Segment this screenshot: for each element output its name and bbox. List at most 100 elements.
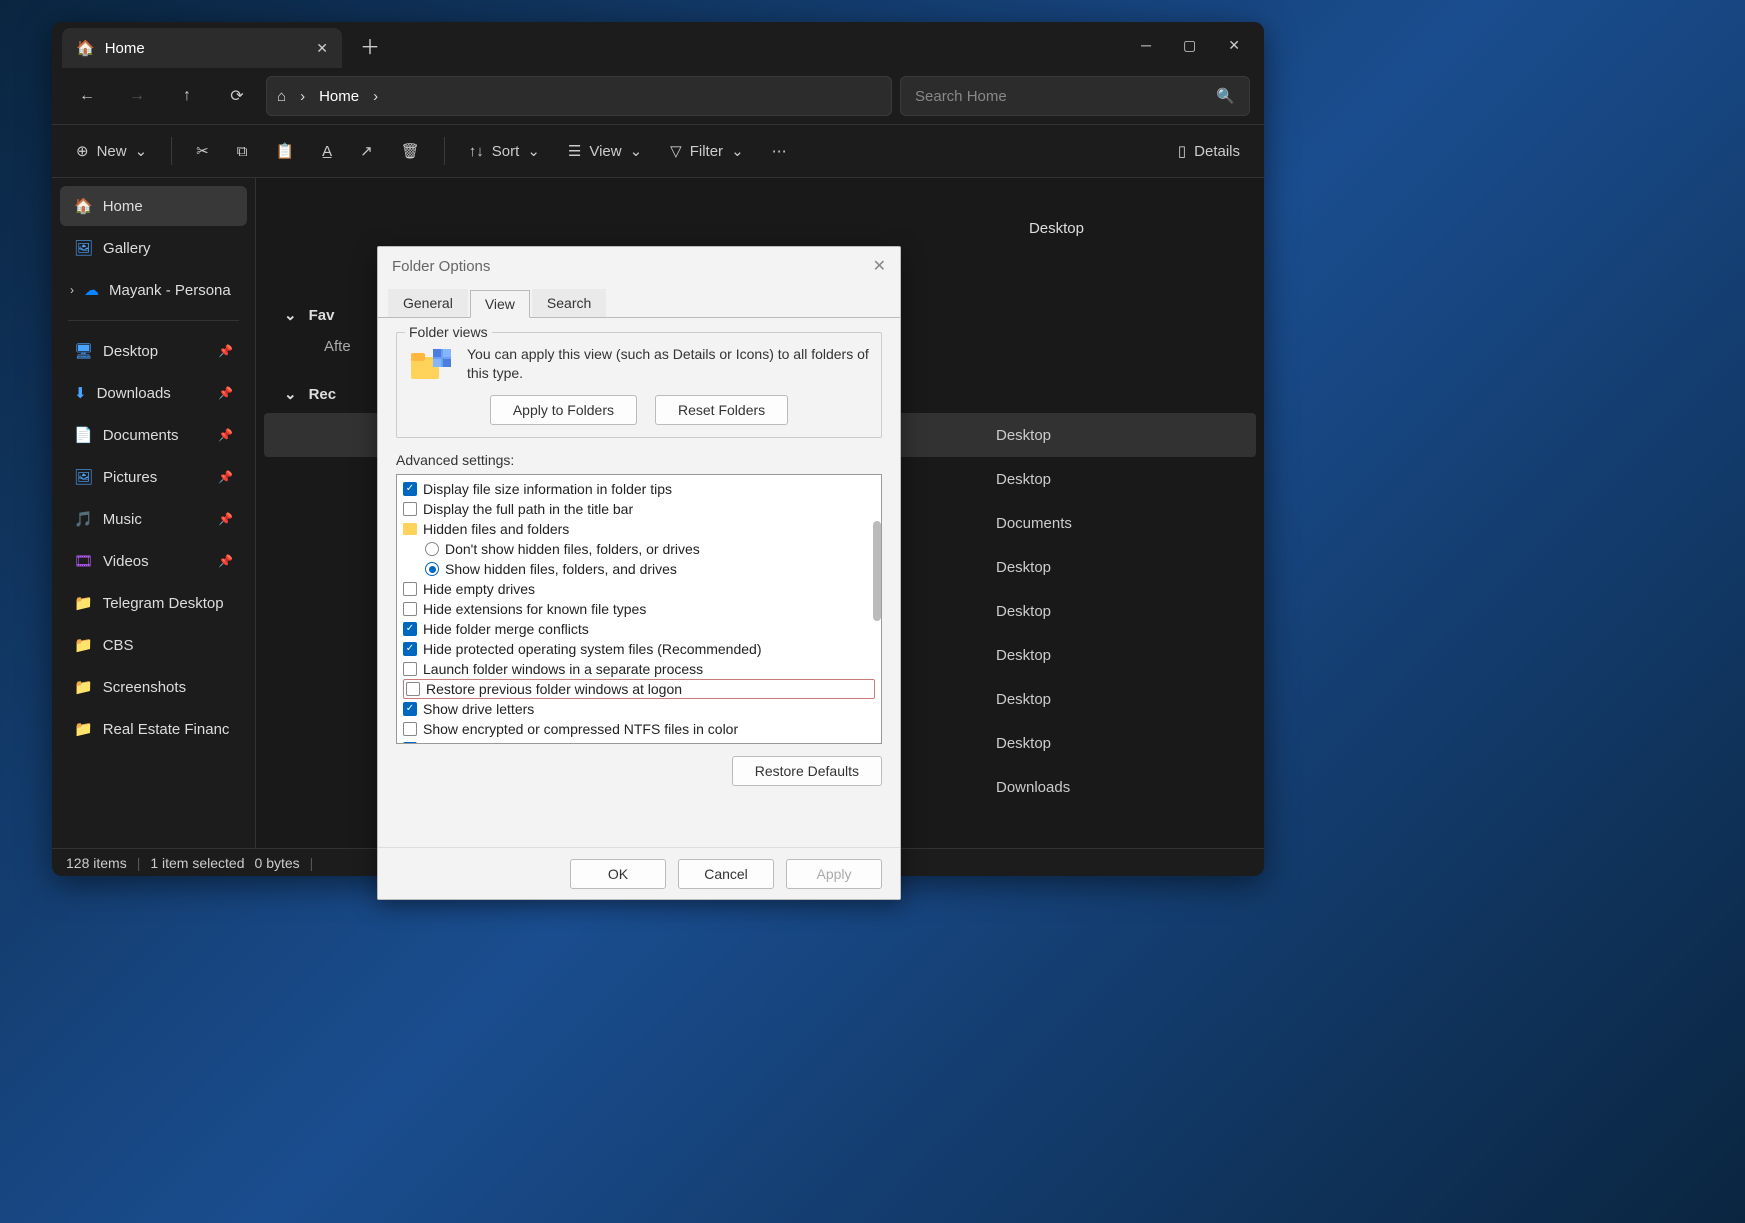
delete-button[interactable]: 🗑 bbox=[391, 131, 430, 171]
more-button[interactable]: ⋯ bbox=[762, 131, 797, 171]
folder-icon: 📁 bbox=[74, 720, 93, 738]
search-input[interactable]: Search Home 🔍 bbox=[900, 76, 1250, 116]
back-button[interactable]: ← bbox=[66, 76, 108, 116]
close-window-button[interactable]: ✕ bbox=[1228, 37, 1240, 54]
sidebar-item-telegram[interactable]: 📁Telegram Desktop bbox=[60, 583, 247, 623]
adv-item-dont-show-hidden[interactable]: Don't show hidden files, folders, or dri… bbox=[425, 539, 875, 559]
filter-button[interactable]: ▽ Filter ⌄ bbox=[660, 131, 753, 171]
adv-item-drive-letters[interactable]: ✓Show drive letters bbox=[403, 699, 875, 719]
apply-button[interactable]: Apply bbox=[786, 859, 882, 889]
cancel-button[interactable]: Cancel bbox=[678, 859, 774, 889]
minimize-button[interactable]: ─ bbox=[1141, 37, 1151, 54]
tab-general[interactable]: General bbox=[388, 289, 468, 317]
sidebar-item-downloads[interactable]: ⬇Downloads📌 bbox=[60, 373, 247, 413]
adv-item-separate-process[interactable]: Launch folder windows in a separate proc… bbox=[403, 659, 875, 679]
sidebar-item-gallery[interactable]: 🖼Gallery bbox=[60, 228, 247, 268]
sidebar-item-cbs[interactable]: 📁CBS bbox=[60, 625, 247, 665]
picture-icon: 🖼 bbox=[74, 468, 93, 486]
sidebar-item-music[interactable]: 🎵Music📌 bbox=[60, 499, 247, 539]
sidebar-item-realestate[interactable]: 📁Real Estate Financ bbox=[60, 709, 247, 749]
sidebar-item-onedrive[interactable]: ›☁Mayank - Persona bbox=[60, 270, 247, 310]
tab-home[interactable]: 🏠 Home ✕ bbox=[62, 28, 342, 68]
chevron-down-icon: ⌄ bbox=[284, 385, 297, 403]
radio-icon bbox=[425, 562, 439, 576]
adv-item-restore-windows[interactable]: Restore previous folder windows at logon bbox=[403, 679, 875, 699]
adv-item-show-hidden[interactable]: Show hidden files, folders, and drives bbox=[425, 559, 875, 579]
chevron-right-icon: › bbox=[70, 283, 74, 297]
checkbox-icon bbox=[403, 722, 417, 736]
item-count: 128 items bbox=[66, 855, 127, 871]
folder-options-dialog: Folder Options ✕ General View Search Fol… bbox=[377, 246, 901, 900]
adv-item-ntfs-color[interactable]: Show encrypted or compressed NTFS files … bbox=[403, 719, 875, 739]
share-button[interactable]: ↗ bbox=[350, 131, 383, 171]
cut-button[interactable]: ✂ bbox=[186, 131, 219, 171]
sidebar-item-documents[interactable]: 📄Documents📌 bbox=[60, 415, 247, 455]
ok-button[interactable]: OK bbox=[570, 859, 666, 889]
home-crumb-icon: ⌂ bbox=[277, 88, 286, 105]
download-icon: ⬇ bbox=[74, 384, 87, 402]
details-toggle[interactable]: ▯ Details bbox=[1168, 131, 1250, 171]
new-tab-button[interactable]: ＋ bbox=[342, 31, 398, 60]
divider bbox=[68, 320, 239, 321]
dialog-titlebar[interactable]: Folder Options ✕ bbox=[378, 247, 900, 285]
checkbox-icon bbox=[406, 682, 420, 696]
cloud-icon: ☁ bbox=[84, 281, 99, 299]
gallery-icon: 🖼 bbox=[74, 239, 93, 257]
sort-button[interactable]: ↑↓ Sort ⌄ bbox=[459, 131, 550, 171]
tab-search[interactable]: Search bbox=[532, 289, 606, 317]
desktop-folder-label[interactable]: Desktop bbox=[1029, 220, 1084, 237]
pin-icon: 📌 bbox=[218, 386, 233, 400]
folder-views-icon bbox=[409, 345, 453, 385]
folder-views-legend: Folder views bbox=[405, 324, 492, 340]
pin-icon: 📌 bbox=[218, 512, 233, 526]
adv-item-hide-os-files[interactable]: ✓Hide protected operating system files (… bbox=[403, 639, 875, 659]
up-button[interactable]: ↑ bbox=[166, 76, 208, 116]
file-location: Desktop bbox=[896, 647, 1236, 664]
advanced-settings-list[interactable]: ✓Display file size information in folder… bbox=[396, 474, 882, 744]
titlebar: 🏠 Home ✕ ＋ ─ ▢ ✕ bbox=[52, 22, 1264, 68]
checkbox-icon: ✓ bbox=[403, 642, 417, 656]
checkbox-icon: ✓ bbox=[403, 742, 417, 744]
sidebar-item-screenshots[interactable]: 📁Screenshots bbox=[60, 667, 247, 707]
file-location: Desktop bbox=[896, 471, 1236, 488]
copy-button[interactable]: ⧉ bbox=[227, 131, 258, 171]
sidebar-item-home[interactable]: 🏠Home bbox=[60, 186, 247, 226]
maximize-button[interactable]: ▢ bbox=[1183, 37, 1196, 54]
breadcrumb[interactable]: ⌂ › Home › bbox=[266, 76, 892, 116]
paste-button[interactable]: 📋 bbox=[265, 131, 304, 171]
forward-button[interactable]: → bbox=[116, 76, 158, 116]
refresh-button[interactable]: ⟳ bbox=[216, 76, 258, 116]
tab-title: Home bbox=[105, 40, 145, 57]
sidebar-item-desktop[interactable]: 🖥Desktop📌 bbox=[60, 331, 247, 371]
view-button[interactable]: ☰ View ⌄ bbox=[558, 131, 652, 171]
pin-icon: 📌 bbox=[218, 428, 233, 442]
dialog-body: Folder views You can apply this view (su… bbox=[378, 317, 900, 847]
video-icon: 🎞 bbox=[74, 552, 93, 570]
rename-button[interactable]: A̲ bbox=[312, 131, 342, 171]
adv-item-fullpath[interactable]: Display the full path in the title bar bbox=[403, 499, 875, 519]
close-tab-icon[interactable]: ✕ bbox=[316, 40, 328, 57]
adv-item-hide-empty[interactable]: Hide empty drives bbox=[403, 579, 875, 599]
adv-item-hidden-group: Hidden files and folders bbox=[403, 519, 875, 539]
folder-icon: 📁 bbox=[74, 678, 93, 696]
adv-item-popup-desc[interactable]: ✓Show pop-up description for folder and … bbox=[403, 739, 875, 744]
adv-item-merge-conflicts[interactable]: ✓Hide folder merge conflicts bbox=[403, 619, 875, 639]
home-icon: 🏠 bbox=[76, 39, 95, 57]
reset-folders-button[interactable]: Reset Folders bbox=[655, 395, 788, 425]
tab-row: 🏠 Home ✕ ＋ bbox=[52, 22, 398, 68]
dialog-close-button[interactable]: ✕ bbox=[873, 256, 886, 276]
sidebar-item-pictures[interactable]: 🖼Pictures📌 bbox=[60, 457, 247, 497]
folder-views-group: Folder views You can apply this view (su… bbox=[396, 332, 882, 438]
folder-views-text: You can apply this view (such as Details… bbox=[467, 345, 869, 385]
scrollbar[interactable] bbox=[873, 521, 881, 621]
restore-defaults-button[interactable]: Restore Defaults bbox=[732, 756, 882, 786]
pin-icon: 📌 bbox=[218, 470, 233, 484]
adv-item-filesize-tips[interactable]: ✓Display file size information in folder… bbox=[403, 479, 875, 499]
apply-to-folders-button[interactable]: Apply to Folders bbox=[490, 395, 637, 425]
file-location: Documents bbox=[896, 515, 1236, 532]
file-location: Desktop bbox=[896, 603, 1236, 620]
sidebar-item-videos[interactable]: 🎞Videos📌 bbox=[60, 541, 247, 581]
tab-view[interactable]: View bbox=[470, 290, 530, 318]
new-button[interactable]: ⊕ New ⌄ bbox=[66, 131, 157, 171]
adv-item-hide-extensions[interactable]: Hide extensions for known file types bbox=[403, 599, 875, 619]
